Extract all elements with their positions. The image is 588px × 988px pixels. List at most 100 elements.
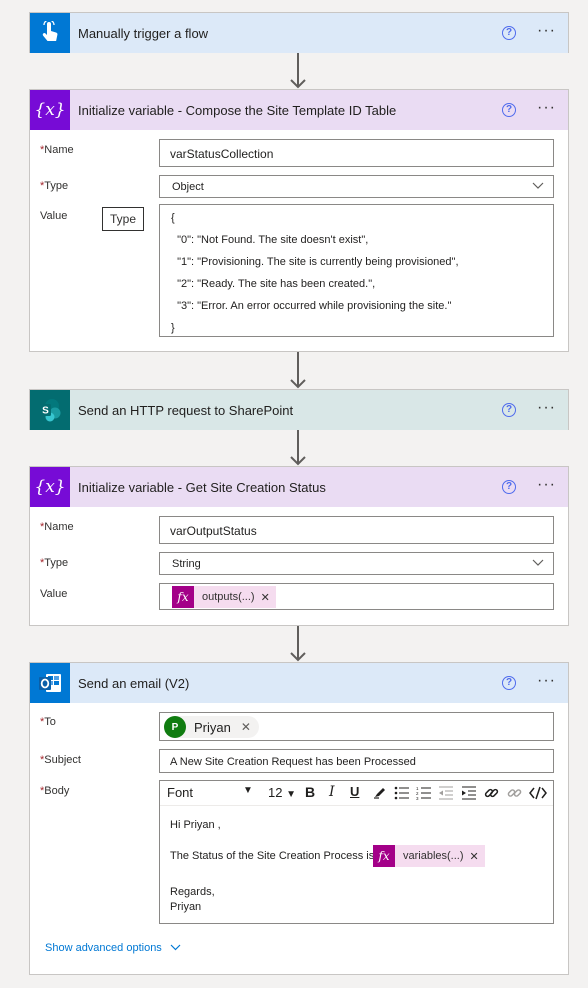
chevron-down-icon xyxy=(532,181,544,193)
value-label: Value xyxy=(40,210,68,222)
sharepoint-title: Send an HTTP request to SharePoint xyxy=(78,402,294,418)
show-advanced-options-link[interactable]: Show advanced options xyxy=(45,942,181,954)
unlink-icon[interactable] xyxy=(507,786,522,803)
value-textarea[interactable]: { "0": "Not Found. The site doesn't exis… xyxy=(159,204,554,337)
expression-token[interactable]: fx variables(...) ✕ xyxy=(373,845,485,867)
trigger-header[interactable]: Manually trigger a flow ? ··· xyxy=(30,13,568,53)
trigger-title: Manually trigger a flow xyxy=(78,25,209,41)
variable-icon: {x} xyxy=(30,90,70,130)
subject-value: A New Site Creation Request has been Pro… xyxy=(170,756,416,768)
value-input[interactable]: fx outputs(...) ✕ xyxy=(159,583,554,610)
help-icon[interactable]: ? xyxy=(502,26,516,40)
json-line: "2": "Ready. The site has been created."… xyxy=(171,278,376,290)
type-select[interactable]: String xyxy=(159,552,554,575)
chevron-down-icon xyxy=(532,558,544,570)
svg-text:3: 3 xyxy=(416,796,419,800)
more-options-icon[interactable]: ··· xyxy=(537,23,556,39)
body-editor[interactable]: Font ▼ 12 ▼ B I U 123 Hi Priyan , The St… xyxy=(159,780,554,924)
remove-recipient-icon[interactable]: ✕ xyxy=(241,720,251,734)
chevron-down-icon xyxy=(170,942,181,954)
send-email-header[interactable]: Send an email (V2) ? ··· xyxy=(30,663,568,703)
name-value: varStatusCollection xyxy=(170,147,274,161)
json-line: } xyxy=(171,322,175,334)
decrease-indent-icon[interactable] xyxy=(438,786,454,803)
increase-indent-icon[interactable] xyxy=(461,786,477,803)
connector-arrow xyxy=(290,352,306,389)
bullet-list-icon[interactable] xyxy=(394,786,410,803)
sharepoint-card[interactable]: S Send an HTTP request to SharePoint ? ·… xyxy=(29,389,569,430)
font-size-value: 12 xyxy=(268,785,283,800)
init-variable-card-1[interactable]: {x} Initialize variable - Compose the Si… xyxy=(29,89,569,352)
init-variable-header-1[interactable]: {x} Initialize variable - Compose the Si… xyxy=(30,90,568,130)
connector-arrow xyxy=(290,430,306,466)
subject-input[interactable]: A New Site Creation Request has been Pro… xyxy=(159,749,554,773)
json-line: { xyxy=(171,212,175,224)
font-select-value: Font xyxy=(167,785,194,800)
json-line: "3": "Error. An error occurred while pro… xyxy=(171,300,452,312)
body-signature: Priyan xyxy=(170,901,202,913)
caret-down-icon: ▼ xyxy=(243,785,253,796)
json-line: "0": "Not Found. The site doesn't exist"… xyxy=(171,234,369,246)
underline-button[interactable]: U xyxy=(350,784,359,799)
fx-icon: fx xyxy=(172,586,194,608)
name-input[interactable]: varOutputStatus xyxy=(159,516,554,544)
outlook-icon xyxy=(30,663,70,703)
recipient-chip[interactable]: P Priyan ✕ xyxy=(164,716,259,738)
body-greeting: Hi Priyan , xyxy=(170,819,221,831)
init-variable-header-2[interactable]: {x} Initialize variable - Get Site Creat… xyxy=(30,467,568,507)
recipient-name: Priyan xyxy=(194,719,231,735)
name-input[interactable]: varStatusCollection xyxy=(159,139,554,167)
name-label: *Name xyxy=(40,521,74,533)
italic-button[interactable]: I xyxy=(329,784,335,800)
name-value: varOutputStatus xyxy=(170,524,257,538)
avatar: P xyxy=(164,716,186,738)
sharepoint-icon: S xyxy=(30,390,70,430)
expression-token[interactable]: fx outputs(...) ✕ xyxy=(172,586,276,608)
trigger-card[interactable]: Manually trigger a flow ? ··· xyxy=(29,12,569,53)
connector-arrow xyxy=(290,53,306,89)
more-options-icon[interactable]: ··· xyxy=(537,100,556,116)
type-value: String xyxy=(172,558,201,570)
svg-text:S: S xyxy=(42,406,49,417)
type-label: *Type xyxy=(40,180,69,192)
type-value: Object xyxy=(172,181,204,193)
type-tooltip: Type xyxy=(102,207,144,231)
init-variable-title-2: Initialize variable - Get Site Creation … xyxy=(78,479,326,495)
bold-button[interactable]: B xyxy=(305,784,315,800)
font-size-select[interactable]: 12 ▼ xyxy=(268,785,296,800)
type-select[interactable]: Object xyxy=(159,175,554,198)
name-label: *Name xyxy=(40,144,74,156)
to-input[interactable]: P Priyan ✕ xyxy=(159,712,554,741)
variable-icon: {x} xyxy=(30,467,70,507)
code-view-icon[interactable] xyxy=(529,786,547,803)
help-icon[interactable]: ? xyxy=(502,480,516,494)
caret-down-icon: ▼ xyxy=(286,789,296,800)
show-advanced-options-label: Show advanced options xyxy=(45,942,162,954)
more-options-icon[interactable]: ··· xyxy=(537,400,556,416)
fx-icon: fx xyxy=(373,845,395,867)
link-icon[interactable] xyxy=(484,786,499,803)
rich-text-toolbar: Font ▼ 12 ▼ B I U 123 xyxy=(160,781,553,806)
expression-token-label: variables(...) xyxy=(403,850,464,862)
send-email-card[interactable]: Send an email (V2) ? ··· *To P Priyan ✕ … xyxy=(29,662,569,975)
numbered-list-icon[interactable]: 123 xyxy=(416,786,432,803)
font-select[interactable]: Font ▼ xyxy=(167,785,257,800)
body-regards: Regards, xyxy=(170,886,215,898)
highlight-pen-icon[interactable] xyxy=(373,785,387,802)
connector-arrow xyxy=(290,626,306,662)
more-options-icon[interactable]: ··· xyxy=(537,477,556,493)
remove-token-icon[interactable]: ✕ xyxy=(261,591,276,604)
help-icon[interactable]: ? xyxy=(502,676,516,690)
sharepoint-header[interactable]: S Send an HTTP request to SharePoint ? ·… xyxy=(30,390,568,430)
touch-hand-icon xyxy=(30,13,70,53)
init-variable-title-1: Initialize variable - Compose the Site T… xyxy=(78,102,397,118)
more-options-icon[interactable]: ··· xyxy=(537,673,556,689)
body-status-text: The Status of the Site Creation Process … xyxy=(170,850,381,862)
help-icon[interactable]: ? xyxy=(502,403,516,417)
remove-token-icon[interactable]: ✕ xyxy=(470,850,485,863)
value-label: Value xyxy=(40,588,68,600)
init-variable-card-2[interactable]: {x} Initialize variable - Get Site Creat… xyxy=(29,466,569,626)
help-icon[interactable]: ? xyxy=(502,103,516,117)
subject-label: *Subject xyxy=(40,754,81,766)
send-email-title: Send an email (V2) xyxy=(78,675,190,691)
